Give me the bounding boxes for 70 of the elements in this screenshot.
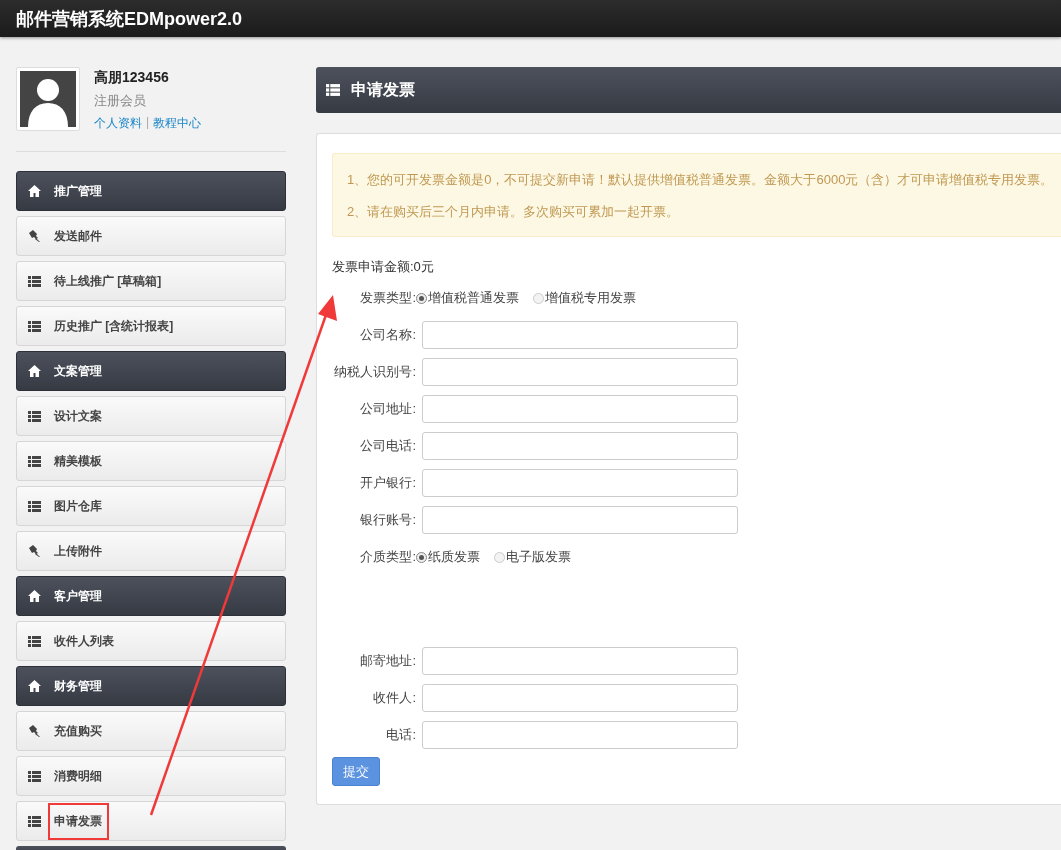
field-label: 邮寄地址: xyxy=(359,652,416,670)
field-label: 收件人: xyxy=(372,689,416,707)
pushpin-icon xyxy=(28,545,41,557)
home-icon xyxy=(28,680,41,692)
input-field[interactable] xyxy=(422,684,738,712)
menu-item[interactable]: 精美模板 xyxy=(16,441,286,481)
input-field[interactable] xyxy=(422,469,738,497)
list-icon xyxy=(28,320,41,332)
input-field[interactable] xyxy=(422,321,738,349)
menu-section-header[interactable]: 文案管理 xyxy=(16,351,286,391)
list-icon xyxy=(28,500,41,512)
menu-item[interactable]: 待上线推广 [草稿箱] xyxy=(16,261,286,301)
menu-item[interactable]: 设计文案 xyxy=(16,396,286,436)
menu-item[interactable]: 申请发票 xyxy=(16,801,286,841)
highlight-box: 申请发票 xyxy=(50,804,107,838)
menu-item[interactable]: 上传附件 xyxy=(16,531,286,571)
list-icon xyxy=(28,455,41,467)
input-field[interactable] xyxy=(422,358,738,386)
amount-text: 发票申请金额:0元 xyxy=(332,258,435,276)
input-field[interactable] xyxy=(422,506,738,534)
pushpin-icon xyxy=(28,725,41,737)
list-icon xyxy=(326,84,340,96)
list-icon xyxy=(28,275,41,287)
field-label: 介质类型: xyxy=(359,548,416,566)
input-field[interactable] xyxy=(422,721,738,749)
link-separator: | xyxy=(146,115,150,131)
field-label: 电话: xyxy=(385,726,416,744)
menu-section-header[interactable]: 客户管理 xyxy=(16,576,286,616)
field-label: 公司电话: xyxy=(359,437,416,455)
home-icon xyxy=(28,590,41,602)
menu-item[interactable]: 收件人列表 xyxy=(16,621,286,661)
radio-button[interactable] xyxy=(533,292,544,304)
page-title: 申请发票 xyxy=(351,79,415,100)
field-label: 银行账号: xyxy=(359,511,416,529)
list-icon xyxy=(28,410,41,422)
radio-button[interactable] xyxy=(494,551,505,563)
menu-item[interactable]: 历史推广 [含统计报表] xyxy=(16,306,286,346)
radio-option[interactable]: 增值税专用发票 xyxy=(533,289,636,307)
menu-item[interactable]: 发送邮件 xyxy=(16,216,286,256)
input-field[interactable] xyxy=(422,647,738,675)
input-field[interactable] xyxy=(422,395,738,423)
home-icon xyxy=(28,365,41,377)
radio-option[interactable]: 增值税普通发票 xyxy=(416,289,519,307)
radio-button[interactable] xyxy=(416,292,427,304)
menu-item[interactable]: 充值购买 xyxy=(16,711,286,751)
list-icon xyxy=(28,635,41,647)
input-field[interactable] xyxy=(422,432,738,460)
field-label: 发票类型: xyxy=(359,289,416,307)
menu-item[interactable]: 消费明细 xyxy=(16,756,286,796)
field-label: 公司地址: xyxy=(359,400,416,418)
menu-section-header[interactable]: 财务管理 xyxy=(16,666,286,706)
profile-link[interactable]: 个人资料 xyxy=(94,115,142,132)
field-label: 公司名称: xyxy=(359,326,416,344)
notice-text: 1、您的可开发票金额是0，不可提交新申请！默认提供增值税普通发票。金额大于6000元（含）才可申请增值税专用发票。 xyxy=(347,171,1047,189)
field-label: 纳税人识别号: xyxy=(333,363,416,381)
menu-section-header[interactable]: 推广管理 xyxy=(16,171,286,211)
list-icon xyxy=(28,770,41,782)
radio-option[interactable]: 纸质发票 xyxy=(416,548,480,566)
pushpin-icon xyxy=(28,230,41,242)
member-role: 注册会员 xyxy=(94,92,147,110)
user-name: 高朋123456 xyxy=(94,69,170,87)
radio-option[interactable]: 电子版发票 xyxy=(494,548,571,566)
notice-text: 2、请在购买后三个月内申请。多次购买可累加一起开票。 xyxy=(347,203,681,221)
menu-item[interactable]: 图片仓库 xyxy=(16,486,286,526)
radio-button[interactable] xyxy=(416,551,427,563)
app-title: 邮件营销系统EDMpower2.0 xyxy=(16,7,243,31)
field-label: 开户银行: xyxy=(359,474,416,492)
home-icon xyxy=(28,185,41,197)
profile-link[interactable]: 教程中心 xyxy=(153,115,202,132)
list-icon xyxy=(28,815,41,827)
